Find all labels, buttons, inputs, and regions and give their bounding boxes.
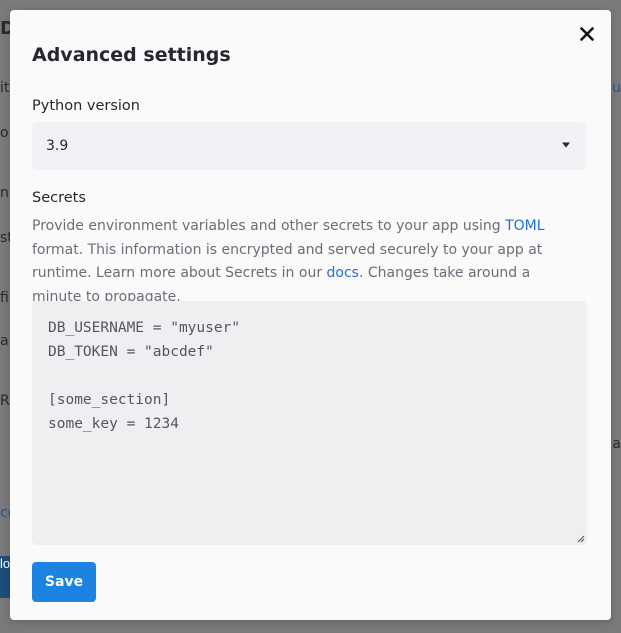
advanced-settings-dialog: Advanced settings Python version 3.9 Sec… (10, 10, 611, 620)
save-button[interactable]: Save (32, 562, 96, 602)
background-text-fragment: it (0, 80, 10, 96)
toml-link[interactable]: TOML (505, 218, 544, 234)
dialog-title: Advanced settings (32, 44, 231, 66)
python-version-label: Python version (32, 98, 140, 114)
secrets-label: Secrets (32, 190, 86, 206)
background-text-fragment: o (0, 125, 9, 141)
close-button[interactable] (577, 24, 597, 44)
resize-handle-icon[interactable] (576, 534, 585, 543)
background-text-fragment: a (0, 333, 9, 349)
background-text-fragment: n (0, 185, 9, 201)
secrets-textarea-content: DB_USERNAME = "myuser" DB_TOKEN = "abcde… (48, 320, 241, 432)
secrets-description: Provide environment variables and other … (32, 215, 580, 309)
secrets-textarea[interactable]: DB_USERNAME = "myuser" DB_TOKEN = "abcde… (32, 301, 587, 545)
docs-link[interactable]: docs (327, 265, 359, 281)
background-text-fragment: R (0, 393, 10, 409)
close-icon (580, 27, 594, 41)
background-button-fragment: lo (0, 556, 10, 598)
background-text-fragment: a (612, 436, 621, 452)
caret-down-icon (562, 142, 570, 148)
secrets-description-text: Provide environment variables and other … (32, 218, 506, 234)
python-version-value: 3.9 (46, 138, 69, 154)
python-version-select[interactable]: 3.9 (32, 122, 587, 170)
